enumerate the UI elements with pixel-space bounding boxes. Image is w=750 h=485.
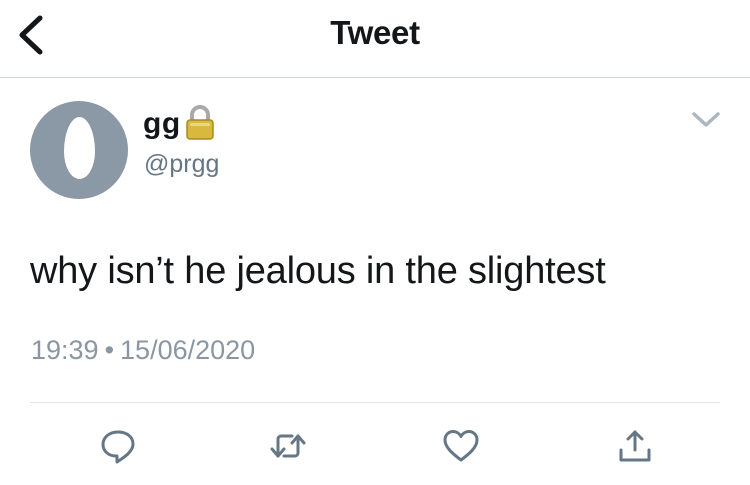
chevron-down-icon xyxy=(686,104,726,134)
retweet-icon xyxy=(268,426,308,466)
egg-icon xyxy=(64,117,95,179)
meta-separator: • xyxy=(104,335,115,365)
display-name: gg xyxy=(143,107,181,140)
heart-icon xyxy=(441,426,481,466)
share-icon xyxy=(615,426,655,466)
user-handle[interactable]: @prgg xyxy=(144,150,219,179)
tweet-time: 19:39 xyxy=(31,335,99,365)
divider xyxy=(30,402,720,403)
more-options-button[interactable] xyxy=(686,104,726,134)
avatar[interactable] xyxy=(30,101,128,199)
retweet-button[interactable] xyxy=(268,426,308,466)
reply-icon xyxy=(98,426,138,466)
page-title: Tweet xyxy=(330,14,420,51)
tweet-text: why isn’t he jealous in the slightest xyxy=(30,250,606,292)
lock-icon xyxy=(185,104,215,146)
share-button[interactable] xyxy=(615,426,655,466)
top-bar: Tweet xyxy=(0,0,750,78)
tweet-date: 15/06/2020 xyxy=(120,335,256,365)
reply-button[interactable] xyxy=(98,426,138,466)
tweet-timestamp: 19:39 • 15/06/2020 xyxy=(31,335,255,366)
author-name-row[interactable]: gg xyxy=(143,104,215,144)
like-button[interactable] xyxy=(441,426,481,466)
